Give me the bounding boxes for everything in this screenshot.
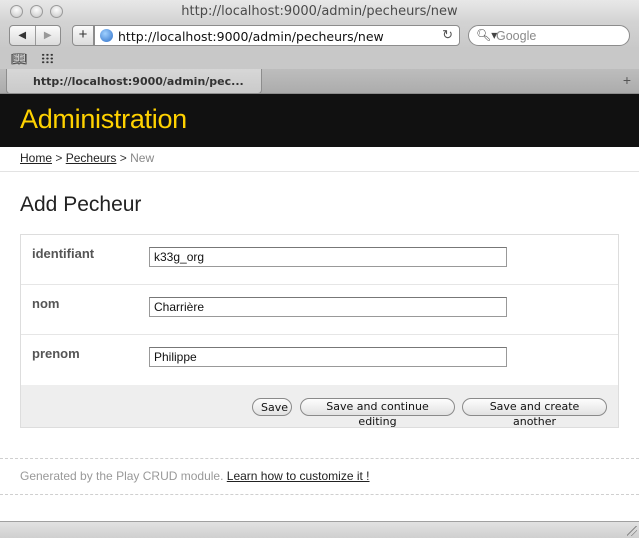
- address-bar-url[interactable]: http://localhost:9000/admin/pecheurs/new: [118, 29, 384, 44]
- add-bookmark-button[interactable]: +: [72, 25, 94, 46]
- address-bar[interactable]: http://localhost:9000/admin/pecheurs/new…: [94, 25, 460, 46]
- breadcrumb-separator: >: [55, 151, 63, 165]
- identifiant-label: identifiant: [32, 246, 95, 261]
- back-arrow-icon[interactable]: ◀: [10, 26, 35, 45]
- prenom-label: prenom: [32, 346, 80, 361]
- footer-divider: [0, 494, 639, 495]
- browser-toolbar: ◀ ▶ + http://localhost:9000/admin/pecheu…: [0, 22, 639, 49]
- footer-text: Generated by the Play CRUD module.: [20, 469, 224, 483]
- breadcrumb: Home > Pecheurs > New: [20, 151, 154, 165]
- footer-divider: [0, 458, 639, 459]
- customize-link[interactable]: Learn how to customize it !: [227, 469, 370, 483]
- page-header: Administration: [0, 94, 639, 147]
- reload-icon[interactable]: ↻: [442, 27, 453, 43]
- search-field[interactable]: 🔍︎▾ Google: [468, 25, 630, 46]
- form-row-nom: nom: [21, 285, 618, 335]
- breadcrumb-separator: >: [119, 151, 127, 165]
- resize-grip-icon[interactable]: [627, 526, 637, 536]
- search-placeholder: Google: [496, 29, 537, 43]
- grid-icon[interactable]: [41, 53, 54, 64]
- form-row-identifiant: identifiant: [21, 235, 618, 285]
- window-title: http://localhost:9000/admin/pecheurs/new: [181, 4, 458, 19]
- form-actions: Save Save and continue editing Save and …: [21, 385, 618, 428]
- forward-arrow-icon[interactable]: ▶: [34, 26, 61, 45]
- save-and-continue-button[interactable]: Save and continue editing: [300, 398, 455, 428]
- bookmarks-bar: 📖︎: [0, 49, 639, 69]
- divider: [0, 171, 639, 172]
- new-tab-plus-icon[interactable]: +: [623, 72, 631, 88]
- pecheur-form: identifiant nom prenom Save Save and con…: [20, 234, 619, 428]
- page-title: Add Pecheur: [20, 193, 142, 216]
- navigation-buttons: ◀ ▶: [9, 25, 61, 46]
- app-title: Administration: [20, 104, 187, 134]
- breadcrumb-pecheurs-link[interactable]: Pecheurs: [66, 151, 117, 165]
- breadcrumb-home-link[interactable]: Home: [20, 151, 52, 165]
- browser-tab[interactable]: http://localhost:9000/admin/pec...: [6, 69, 262, 94]
- window-titlebar: http://localhost:9000/admin/pecheurs/new: [0, 0, 639, 22]
- status-bar: [0, 521, 639, 538]
- plus-icon: +: [78, 26, 88, 43]
- search-icon[interactable]: 🔍︎▾: [476, 28, 497, 42]
- breadcrumb-current: New: [130, 151, 155, 165]
- tab-bar: http://localhost:9000/admin/pec... +: [0, 69, 639, 94]
- identifiant-input[interactable]: [149, 247, 507, 267]
- book-icon[interactable]: 📖︎: [11, 51, 28, 67]
- save-and-create-another-button[interactable]: Save and create another: [462, 398, 607, 428]
- nom-input[interactable]: [149, 297, 507, 317]
- tab-label: http://localhost:9000/admin/pec...: [33, 75, 244, 88]
- footer: Generated by the Play CRUD module. Learn…: [20, 469, 370, 483]
- save-button[interactable]: Save: [252, 398, 292, 416]
- nom-label: nom: [32, 296, 60, 311]
- prenom-input[interactable]: [149, 347, 507, 367]
- form-row-prenom: prenom: [21, 335, 618, 385]
- globe-icon: [100, 29, 113, 42]
